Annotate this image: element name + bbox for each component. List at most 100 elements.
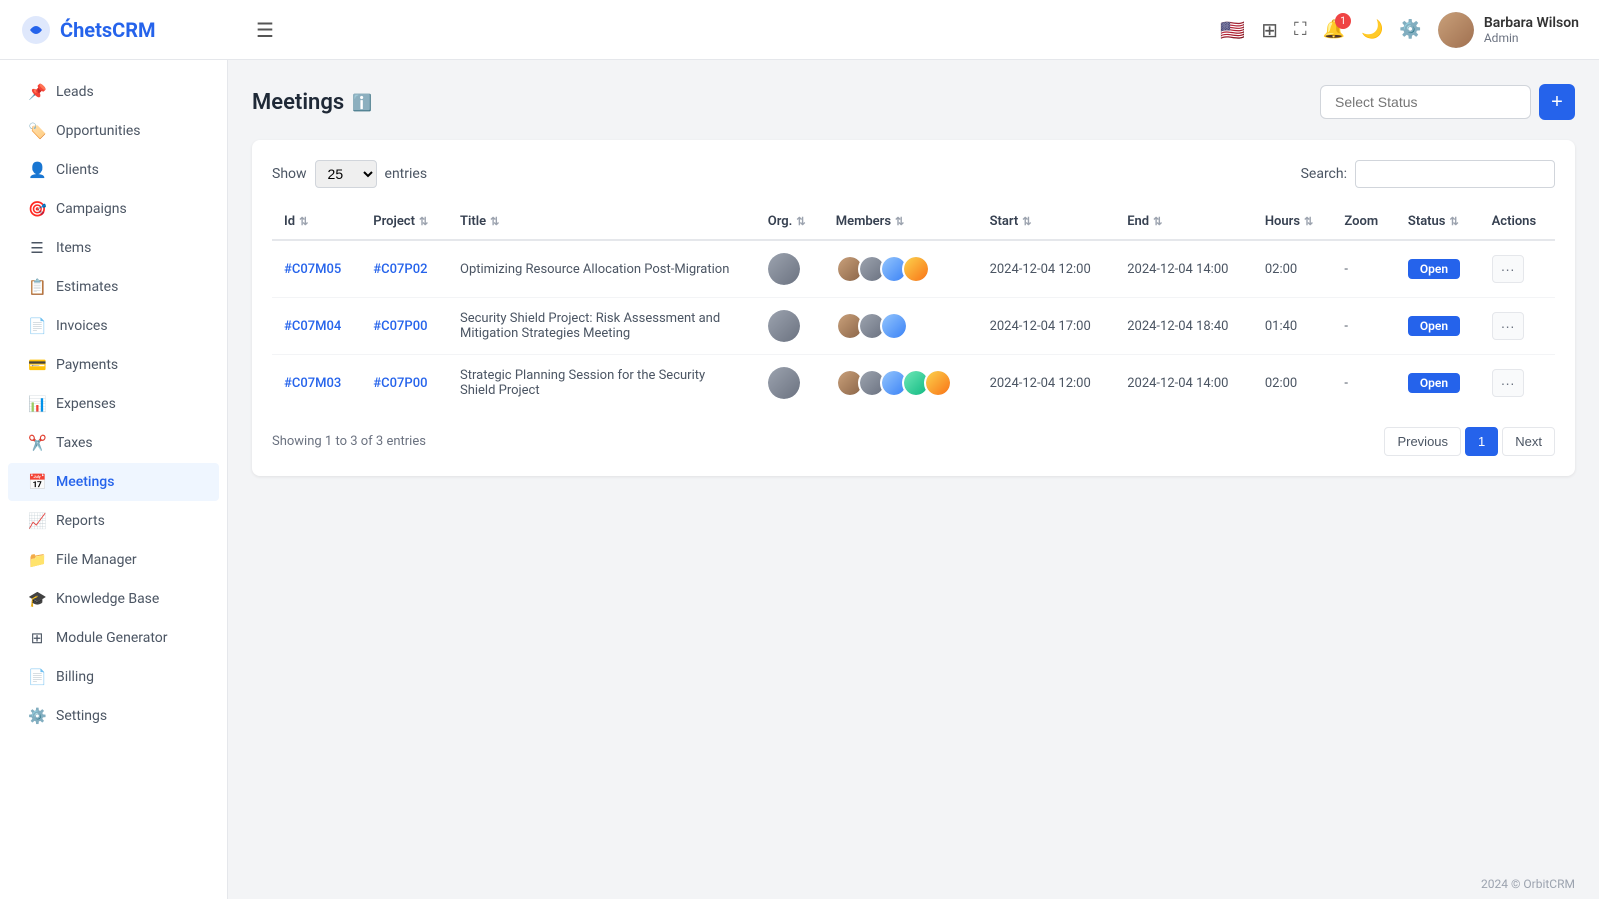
col-header-start[interactable]: Start⇅ [978, 204, 1116, 240]
next-button[interactable]: Next [1502, 427, 1555, 456]
sidebar-item-settings[interactable]: ⚙️Settings [8, 697, 219, 735]
notifications-icon[interactable]: 🔔 1 [1323, 19, 1345, 40]
sort-icon: ⇅ [1153, 215, 1162, 228]
navbar-left: ĆhetsCRM ☰ [20, 14, 274, 46]
search-area: Search: [1301, 160, 1555, 188]
cell-start: 2024-12-04 12:00 [978, 355, 1116, 412]
project-id-link[interactable]: #C07P02 [373, 262, 427, 277]
previous-button[interactable]: Previous [1384, 427, 1461, 456]
sort-icon: ⇅ [1022, 215, 1031, 228]
sidebar-item-campaigns[interactable]: 🎯Campaigns [8, 190, 219, 228]
col-header-id[interactable]: Id⇅ [272, 204, 361, 240]
sidebar-item-payments[interactable]: 💳Payments [8, 346, 219, 384]
cell-start: 2024-12-04 17:00 [978, 298, 1116, 355]
org-avatar [768, 367, 800, 399]
entries-select[interactable]: 25 50 100 [315, 160, 377, 188]
fullscreen-icon[interactable]: ⛶ [1294, 19, 1307, 40]
table-row: #C07M04#C07P00Security Shield Project: R… [272, 298, 1555, 355]
cell-org [756, 355, 824, 412]
table-body: #C07M05#C07P02Optimizing Resource Alloca… [272, 240, 1555, 411]
navbar-right: 🇺🇸 ⊞ ⛶ 🔔 1 🌙 ⚙️ Barbara Wilson Admin [1220, 12, 1579, 48]
sidebar-label-estimates: Estimates [56, 279, 118, 295]
sidebar-item-expenses[interactable]: 📊Expenses [8, 385, 219, 423]
meeting-id-link[interactable]: #C07M04 [284, 319, 341, 334]
sort-icon: ⇅ [1449, 215, 1458, 228]
sidebar-item-billing[interactable]: 📄Billing [8, 658, 219, 696]
actions-button[interactable]: ··· [1492, 255, 1524, 283]
cell-members [824, 355, 978, 412]
sidebar-label-invoices: Invoices [56, 318, 108, 334]
sidebar-item-opportunities[interactable]: 🏷️Opportunities [8, 112, 219, 150]
status-select[interactable] [1320, 85, 1531, 119]
actions-button[interactable]: ··· [1492, 312, 1524, 340]
col-header-project[interactable]: Project⇅ [361, 204, 448, 240]
taxes-icon: ✂️ [28, 434, 46, 452]
sidebar-item-reports[interactable]: 📈Reports [8, 502, 219, 540]
actions-button[interactable]: ··· [1492, 369, 1524, 397]
settings-icon[interactable]: ⚙️ [1399, 19, 1421, 40]
sidebar-label-knowledge-base: Knowledge Base [56, 591, 159, 607]
cell-org [756, 298, 824, 355]
language-flag[interactable]: 🇺🇸 [1220, 18, 1245, 42]
grid-icon[interactable]: ⊞ [1261, 18, 1278, 42]
sidebar-item-leads[interactable]: 📌Leads [8, 73, 219, 111]
cell-actions: ··· [1480, 355, 1555, 412]
col-header-org[interactable]: Org.⇅ [756, 204, 824, 240]
sidebar-item-items[interactable]: ☰Items [8, 229, 219, 267]
sidebar-item-module-generator[interactable]: ⊞Module Generator [8, 619, 219, 657]
sidebar-label-opportunities: Opportunities [56, 123, 141, 139]
project-id-link[interactable]: #C07P00 [373, 376, 427, 391]
footer: 2024 © OrbitCRM [0, 869, 1599, 899]
table-row: #C07M03 #C07P00 Strategic Planning Session… [272, 355, 1555, 412]
sidebar-item-invoices[interactable]: 📄Invoices [8, 307, 219, 345]
show-entries: Show 25 50 100 entries [272, 160, 427, 188]
status-badge: Open [1408, 373, 1460, 393]
meeting-id-link[interactable]: #C07M03 [284, 376, 341, 391]
user-profile[interactable]: Barbara Wilson Admin [1438, 12, 1579, 48]
cell-org [756, 240, 824, 298]
user-details: Barbara Wilson Admin [1484, 15, 1579, 45]
sidebar-item-clients[interactable]: 👤Clients [8, 151, 219, 189]
sort-icon: ⇅ [895, 215, 904, 228]
sidebar-item-knowledge-base[interactable]: 🎓Knowledge Base [8, 580, 219, 618]
sidebar-item-file-manager[interactable]: 📁File Manager [8, 541, 219, 579]
dark-mode-icon[interactable]: 🌙 [1361, 19, 1383, 40]
page-title: Meetings [252, 90, 344, 115]
meetings-icon: 📅 [28, 473, 46, 491]
hamburger-button[interactable]: ☰ [256, 18, 274, 42]
col-header-hours[interactable]: Hours⇅ [1253, 204, 1333, 240]
cell-id: #C07M04 [272, 298, 361, 355]
sort-icon: ⇅ [490, 215, 499, 228]
sidebar-item-taxes[interactable]: ✂️Taxes [8, 424, 219, 462]
member-avatar [880, 312, 908, 340]
table-footer: Showing 1 to 3 of 3 entries Previous 1 N… [272, 427, 1555, 456]
project-id-link[interactable]: #C07P00 [373, 319, 427, 334]
cell-status: Open [1396, 355, 1480, 412]
sidebar-item-estimates[interactable]: 📋Estimates [8, 268, 219, 306]
cell-end: 2024-12-04 14:00 [1115, 240, 1253, 298]
table-row: #C07M05#C07P02Optimizing Resource Alloca… [272, 240, 1555, 298]
sidebar-label-reports: Reports [56, 513, 105, 529]
col-header-end[interactable]: End⇅ [1115, 204, 1253, 240]
sort-icon: ⇅ [1304, 215, 1313, 228]
info-icon[interactable]: ℹ️ [352, 93, 372, 112]
status-badge: Open [1408, 316, 1460, 336]
cell-title: Strategic Planning Session for the Secur… [448, 355, 756, 412]
sidebar-item-meetings[interactable]: 📅Meetings [8, 463, 219, 501]
sidebar-label-settings: Settings [56, 708, 107, 724]
col-header-title[interactable]: Title⇅ [448, 204, 756, 240]
col-header-status[interactable]: Status⇅ [1396, 204, 1480, 240]
meeting-id-link[interactable]: #C07M05 [284, 262, 341, 277]
cell-project: #C07P00 [361, 355, 448, 412]
col-header-members[interactable]: Members⇅ [824, 204, 978, 240]
sidebar-label-clients: Clients [56, 162, 99, 178]
sort-icon: ⇅ [796, 215, 805, 228]
page-1-button[interactable]: 1 [1465, 427, 1498, 456]
logo[interactable]: ĆhetsCRM [20, 14, 240, 46]
header-actions: + [1320, 84, 1575, 120]
member-avatar [902, 255, 930, 283]
add-meeting-button[interactable]: + [1539, 84, 1575, 120]
table-card: Show 25 50 100 entries Search: Id⇅Projec… [252, 140, 1575, 476]
search-input[interactable] [1355, 160, 1555, 188]
cell-members [824, 298, 978, 355]
